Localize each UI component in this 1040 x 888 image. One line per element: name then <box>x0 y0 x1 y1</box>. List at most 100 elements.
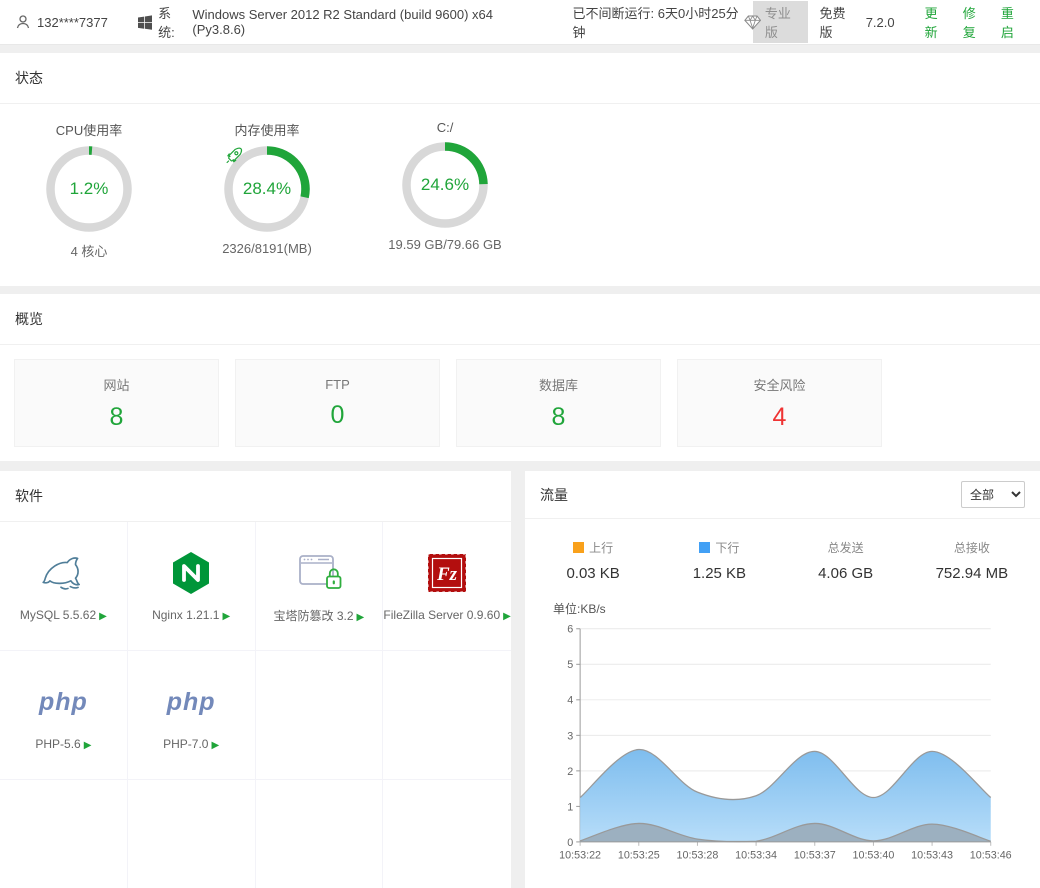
php-icon: php <box>167 679 216 725</box>
stat-label: 总接收 <box>954 539 990 556</box>
cpu-percent: 1.2% <box>70 179 109 199</box>
svg-text:10:53:22: 10:53:22 <box>559 850 601 862</box>
nginx-icon <box>171 550 211 596</box>
software-item-nginx[interactable]: Nginx 1.21.1▶ <box>128 522 256 651</box>
software-item-label: Nginx 1.21.1 <box>152 608 219 622</box>
svg-text:1: 1 <box>567 801 573 813</box>
play-triangle-icon: ▶ <box>503 611 511 622</box>
software-item-tamper-proof[interactable]: 宝塔防篡改 3.2▶ <box>256 522 384 651</box>
svg-text:10:53:37: 10:53:37 <box>794 850 836 862</box>
pro-version-badge[interactable]: 专业版 <box>744 1 808 43</box>
memory-caption: 2326/8191(MB) <box>178 241 356 256</box>
traffic-panel: 流量 全部 上行 0.03 KB 下行 1.25 KB 总发送 4.06 GB … <box>525 471 1040 888</box>
download-swatch-icon <box>699 542 710 553</box>
stat-value: 0.03 KB <box>530 565 656 582</box>
user-account[interactable]: 132****7377 <box>15 14 108 30</box>
svg-text:0: 0 <box>567 837 573 849</box>
memory-gauge: 内存使用率 28.4% 2326/8191(MB) <box>178 120 356 260</box>
disk-gauge-title: C:/ <box>356 120 534 135</box>
disk-donut: 24.6% <box>402 142 488 228</box>
system-label: 系统: <box>158 3 186 41</box>
update-link[interactable]: 更新 <box>925 3 949 41</box>
play-triangle-icon: ▶ <box>99 611 107 622</box>
stat-total-sent: 总发送 4.06 GB <box>783 539 909 582</box>
stat-download: 下行 1.25 KB <box>656 539 782 582</box>
card-security-risks[interactable]: 安全风险 4 <box>677 359 882 447</box>
svg-text:4: 4 <box>567 695 573 707</box>
svg-text:10:53:25: 10:53:25 <box>618 850 660 862</box>
software-cell-empty <box>256 780 384 888</box>
stat-upload: 上行 0.03 KB <box>530 539 656 582</box>
stat-label: 下行 <box>715 539 739 556</box>
software-item-label: PHP-7.0 <box>163 737 208 751</box>
cpu-gauge-title: CPU使用率 <box>0 120 178 139</box>
stat-value: 752.94 MB <box>909 565 1035 582</box>
software-cell-empty <box>128 780 256 888</box>
software-item-mysql[interactable]: MySQL 5.5.62▶ <box>0 522 128 651</box>
card-websites[interactable]: 网站 8 <box>14 359 219 447</box>
filezilla-icon: Fz <box>427 550 467 596</box>
svg-text:10:53:34: 10:53:34 <box>735 850 777 862</box>
mysql-icon <box>39 550 87 596</box>
restart-link[interactable]: 重启 <box>1001 3 1025 41</box>
disk-gauge: C:/ 24.6% 19.59 GB/79.66 GB <box>356 120 534 260</box>
software-cell-empty <box>383 780 511 888</box>
upload-swatch-icon <box>573 542 584 553</box>
card-databases[interactable]: 数据库 8 <box>456 359 661 447</box>
software-item-label: FileZilla Server 0.9.60 <box>383 608 500 622</box>
person-icon <box>15 14 31 30</box>
uptime: 已不间断运行: 6天0小时25分钟 <box>573 3 744 41</box>
card-ftp[interactable]: FTP 0 <box>235 359 440 447</box>
svg-text:5: 5 <box>567 659 573 671</box>
gem-icon <box>744 14 761 31</box>
php-icon: php <box>39 679 88 725</box>
svg-text:10:53:40: 10:53:40 <box>852 850 894 862</box>
edition-label: 免费版 <box>820 3 856 41</box>
software-item-php70[interactable]: php PHP-7.0▶ <box>128 651 256 780</box>
software-item-label: MySQL 5.5.62 <box>20 608 96 622</box>
software-item-php56[interactable]: php PHP-5.6 ▶ <box>0 651 128 780</box>
pro-badge-label: 专业版 <box>753 1 808 43</box>
svg-text:2: 2 <box>567 766 573 778</box>
rocket-icon <box>224 146 244 166</box>
software-item-label: PHP-5.6 <box>35 737 80 751</box>
software-cell-empty <box>0 780 128 888</box>
stat-value: 1.25 KB <box>656 565 782 582</box>
svg-text:6: 6 <box>567 624 573 636</box>
card-label: 数据库 <box>539 375 578 394</box>
card-value: 0 <box>331 401 345 430</box>
card-value: 4 <box>773 403 787 432</box>
status-section-title: 状态 <box>0 53 1040 104</box>
overview-section-title: 概览 <box>0 294 1040 345</box>
svg-text:Fz: Fz <box>436 564 458 585</box>
username: 132****7377 <box>37 15 108 30</box>
stat-label: 上行 <box>589 539 613 556</box>
card-label: FTP <box>325 377 350 392</box>
cpu-gauge: CPU使用率 1.2% 4 核心 <box>0 120 178 260</box>
memory-donut: 28.4% <box>224 146 310 232</box>
repair-link[interactable]: 修复 <box>963 3 987 41</box>
traffic-section-title: 流量 <box>540 485 568 505</box>
disk-percent: 24.6% <box>421 175 469 195</box>
play-triangle-icon: ▶ <box>84 740 92 751</box>
svg-text:10:53:46: 10:53:46 <box>970 850 1012 862</box>
software-panel: 软件 MySQL 5.5.62▶ Nginx 1.21.1▶ 宝塔防篡改 3.2… <box>0 471 511 888</box>
system-info: 系统: Windows Server 2012 R2 Standard (bui… <box>138 3 533 41</box>
software-item-filezilla[interactable]: Fz FileZilla Server 0.9.60▶ <box>383 522 511 651</box>
svg-text:10:53:28: 10:53:28 <box>677 850 719 862</box>
windows-icon <box>138 15 152 30</box>
play-triangle-icon: ▶ <box>222 611 230 622</box>
card-label: 安全风险 <box>753 375 805 394</box>
overview-section: 概览 网站 8 FTP 0 数据库 8 安全风险 4 <box>0 294 1040 461</box>
card-value: 8 <box>552 403 566 432</box>
stat-total-received: 总接收 752.94 MB <box>909 539 1035 582</box>
play-triangle-icon: ▶ <box>357 612 365 623</box>
card-label: 网站 <box>103 375 129 394</box>
system-value: Windows Server 2012 R2 Standard (build 9… <box>192 7 532 37</box>
memory-percent: 28.4% <box>243 179 291 199</box>
traffic-filter-select[interactable]: 全部 <box>961 481 1025 508</box>
svg-text:3: 3 <box>567 730 573 742</box>
topbar: 132****7377 系统: Windows Server 2012 R2 S… <box>0 0 1040 45</box>
disk-caption: 19.59 GB/79.66 GB <box>356 237 534 252</box>
software-section-title: 软件 <box>0 471 511 522</box>
